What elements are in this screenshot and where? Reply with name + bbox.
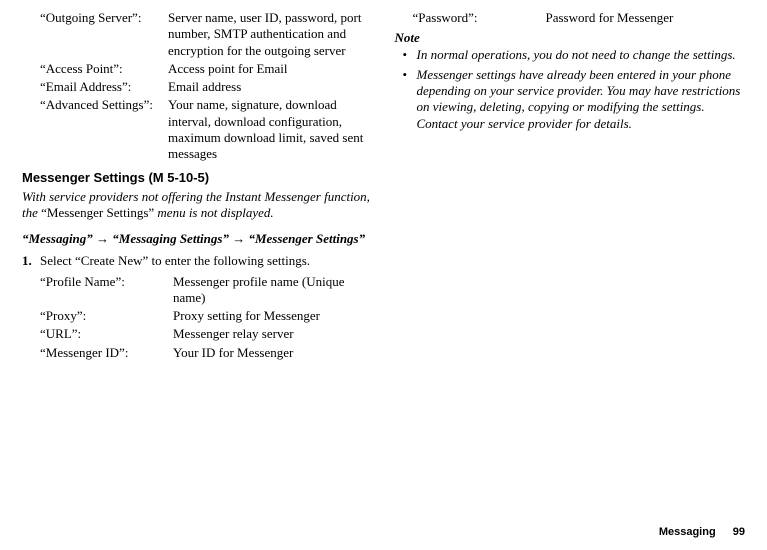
right-column: “Password”: Password for Messenger Note … bbox=[395, 10, 746, 363]
footer-section: Messaging bbox=[659, 526, 716, 538]
setting-desc: Password for Messenger bbox=[546, 10, 746, 26]
setting-label: “Email Address”: bbox=[40, 79, 168, 95]
page-body: “Outgoing Server”: Server name, user ID,… bbox=[0, 0, 767, 363]
setting-row: “Access Point”: Access point for Email bbox=[40, 61, 373, 77]
setting-row: “URL”: Messenger relay server bbox=[40, 326, 373, 342]
setting-desc: Email address bbox=[168, 79, 373, 95]
setting-row: “Proxy”: Proxy setting for Messenger bbox=[40, 308, 373, 324]
setting-label: “Access Point”: bbox=[40, 61, 168, 77]
setting-row: “Outgoing Server”: Server name, user ID,… bbox=[40, 10, 373, 59]
setting-desc: Your ID for Messenger bbox=[173, 345, 373, 361]
setting-label: “URL”: bbox=[40, 326, 173, 342]
setting-row: “Password”: Password for Messenger bbox=[413, 10, 746, 26]
left-column: “Outgoing Server”: Server name, user ID,… bbox=[22, 10, 373, 363]
setting-label: “Outgoing Server”: bbox=[40, 10, 168, 26]
setting-row: “Advanced Settings”: Your name, signatur… bbox=[40, 97, 373, 162]
setting-desc: Access point for Email bbox=[168, 61, 373, 77]
note-item: Messenger settings have already been ent… bbox=[407, 67, 746, 132]
footer-page-number: 99 bbox=[733, 526, 745, 538]
setting-row: “Messenger ID”: Your ID for Messenger bbox=[40, 345, 373, 361]
setting-desc: Server name, user ID, password, port num… bbox=[168, 10, 373, 59]
setting-label: “Password”: bbox=[413, 10, 546, 26]
setting-label: “Proxy”: bbox=[40, 308, 173, 324]
note-item: In normal operations, you do not need to… bbox=[407, 47, 746, 63]
page-footer: Messaging 99 bbox=[659, 526, 745, 540]
nav-path: “Messaging” → “Messaging Settings” → “Me… bbox=[22, 231, 373, 247]
setting-label: “Advanced Settings”: bbox=[40, 97, 168, 113]
heading-suffix: (M 5-10-5) bbox=[145, 170, 209, 185]
setting-desc: Messenger profile name (Unique name) bbox=[173, 274, 373, 307]
settings-list-3: “Password”: Password for Messenger bbox=[395, 10, 746, 26]
settings-list-1: “Outgoing Server”: Server name, user ID,… bbox=[22, 10, 373, 162]
note-list: In normal operations, you do not need to… bbox=[395, 47, 746, 132]
intro-quote: “Messenger Settings” bbox=[41, 205, 154, 220]
intro-part-b: menu is not displayed. bbox=[154, 205, 274, 220]
setting-row: “Profile Name”: Messenger profile name (… bbox=[40, 274, 373, 307]
step-row: 1.Select “Create New” to enter the follo… bbox=[22, 253, 373, 269]
setting-row: “Email Address”: Email address bbox=[40, 79, 373, 95]
section-heading: Messenger Settings (M 5-10-5) bbox=[22, 170, 373, 186]
settings-list-2: “Profile Name”: Messenger profile name (… bbox=[40, 274, 373, 361]
step-text: Select “Create New” to enter the followi… bbox=[40, 253, 310, 268]
heading-text: Messenger Settings bbox=[22, 170, 145, 185]
setting-desc: Messenger relay server bbox=[173, 326, 373, 342]
step-number: 1. bbox=[22, 253, 40, 269]
setting-label: “Messenger ID”: bbox=[40, 345, 173, 361]
section-intro: With service providers not offering the … bbox=[22, 189, 373, 222]
setting-desc: Your name, signature, download interval,… bbox=[168, 97, 373, 162]
setting-desc: Proxy setting for Messenger bbox=[173, 308, 373, 324]
note-heading: Note bbox=[395, 30, 746, 46]
setting-label: “Profile Name”: bbox=[40, 274, 173, 290]
